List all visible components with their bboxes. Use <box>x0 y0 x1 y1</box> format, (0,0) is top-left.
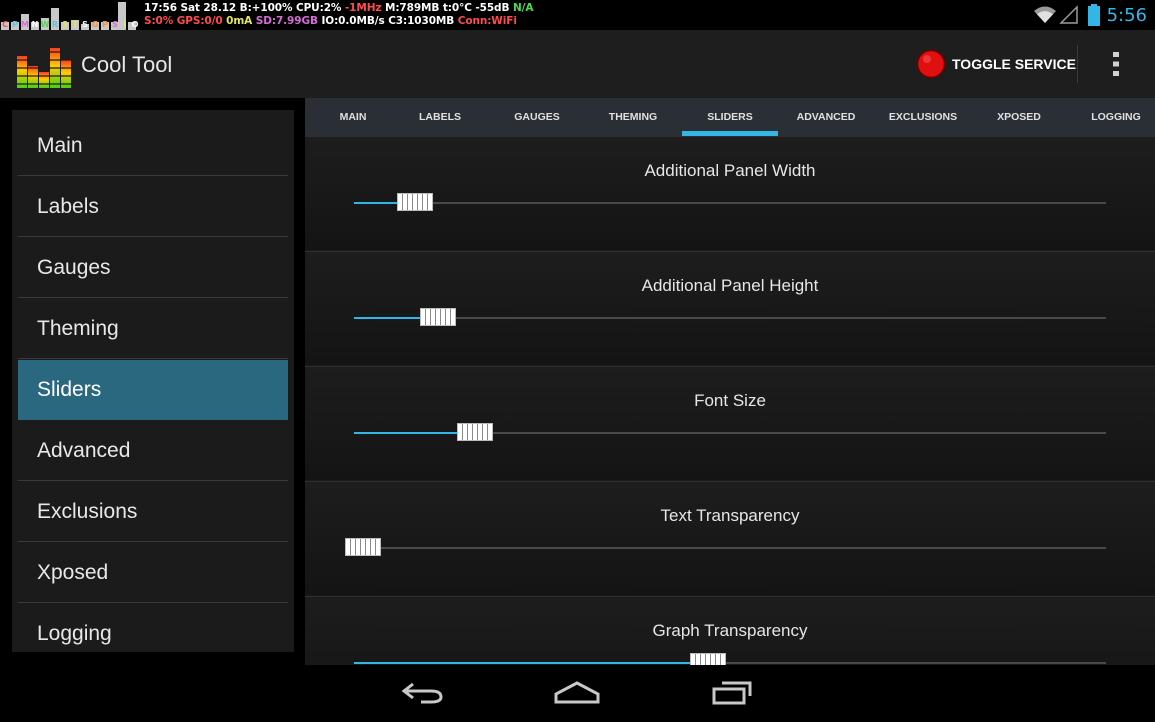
status-segment: GPS:0/0 <box>176 15 227 27</box>
slider-track[interactable] <box>345 538 1106 556</box>
slider-card-font-size: Font Size <box>305 366 1155 480</box>
status-segment: N/A <box>512 2 534 14</box>
clock: 5:56 <box>1106 4 1147 26</box>
recent-apps-icon <box>712 681 752 705</box>
system-icons: 5:56 <box>1033 0 1155 30</box>
monitor-label: I <box>123 20 127 29</box>
tab-exclusions[interactable]: EXCLUSIONS <box>875 98 971 136</box>
content-area: Main Labels Gauges Theming Sliders Advan… <box>0 98 1155 665</box>
status-segment: CPU:2% <box>295 2 345 14</box>
status-segment: IO:0.0MB/s <box>321 15 389 27</box>
monitor-label: G <box>91 20 99 29</box>
tab-sliders[interactable]: SLIDERS <box>682 98 778 136</box>
slider-title: Text Transparency <box>660 506 800 525</box>
app-logo-icon <box>16 48 72 88</box>
overflow-menu-icon <box>1113 52 1119 76</box>
slider-title: Graph Transparency <box>652 621 808 640</box>
sidebar-item-theming[interactable]: Theming <box>18 299 288 359</box>
monitor-label: S <box>112 20 118 29</box>
status-info-line-1: 17:56 Sat 28.12 B:+100% CPU:2% -1MHz M:7… <box>144 2 533 14</box>
signal-icon <box>1058 5 1078 24</box>
monitor-label: P <box>12 20 18 29</box>
slider-track[interactable] <box>354 193 1106 211</box>
status-bar: CPMNWRSTSGPSIO 17:56 Sat 28.12 B:+100% C… <box>0 0 1155 30</box>
slider-thumb[interactable] <box>397 193 433 211</box>
monitor-label: P <box>102 20 108 29</box>
sidebar-item-exclusions[interactable]: Exclusions <box>18 482 288 542</box>
action-bar: Cool Tool TOGGLE SERVICE <box>0 30 1155 98</box>
monitor-label: S <box>62 20 68 29</box>
status-segment: -55dB <box>475 2 513 14</box>
sidebar-item-advanced[interactable]: Advanced <box>18 421 288 481</box>
toggle-service-label: TOGGLE SERVICE <box>952 56 1076 72</box>
monitor-label: M <box>21 20 29 29</box>
sidebar-item-xposed[interactable]: Xposed <box>18 543 288 603</box>
slider-track[interactable] <box>354 653 1106 665</box>
sidebar-item-main[interactable]: Main <box>18 116 288 176</box>
slider-card-panel-height: Additional Panel Height <box>305 251 1155 365</box>
slider-track[interactable] <box>354 423 1106 441</box>
tab-gauges[interactable]: GAUGES <box>489 98 585 136</box>
toggle-service-button[interactable]: TOGGLE SERVICE <box>916 44 1076 84</box>
settings-detail-pane: MAIN LABELS GAUGES THEMING SLIDERS ADVAN… <box>305 98 1155 665</box>
back-button[interactable] <box>393 675 453 711</box>
status-segment: t:0°C <box>442 2 476 14</box>
slider-thumb[interactable] <box>420 308 456 326</box>
tab-advanced[interactable]: ADVANCED <box>778 98 874 136</box>
settings-sidebar: Main Labels Gauges Theming Sliders Advan… <box>12 110 294 652</box>
status-segment: 0mA <box>226 15 256 27</box>
app-title: Cool Tool <box>81 52 173 77</box>
recent-apps-button[interactable] <box>702 675 762 711</box>
status-segment: C3:1030MB <box>388 15 458 27</box>
slider-fill <box>354 662 707 664</box>
slider-thumb[interactable] <box>345 538 381 556</box>
wifi-icon <box>1033 6 1056 23</box>
action-bar-divider <box>1077 45 1078 83</box>
slider-card-graph-transparency: Graph Transparency <box>305 596 1155 665</box>
status-segment: -1MHz <box>344 2 385 14</box>
status-segment: S:0% <box>144 15 177 27</box>
slider-card-text-transparency: Text Transparency <box>305 481 1155 595</box>
record-icon <box>916 49 946 79</box>
tab-labels[interactable]: LABELS <box>392 98 488 136</box>
system-monitor-labels: CPMNWRSTSGPSIO <box>0 20 140 30</box>
tab-theming[interactable]: THEMING <box>585 98 681 136</box>
slider-card-panel-width: Additional Panel Width <box>305 136 1155 250</box>
sidebar-item-gauges[interactable]: Gauges <box>18 238 288 298</box>
status-segment: 17:56 Sat 28.12 <box>144 2 240 14</box>
battery-icon <box>1087 4 1100 26</box>
monitor-label: W <box>40 20 50 29</box>
home-icon <box>554 681 600 704</box>
slider-title: Additional Panel Height <box>641 276 819 295</box>
status-segment: M:789MB <box>384 2 443 14</box>
monitor-label: S <box>82 20 88 29</box>
tab-bar: MAIN LABELS GAUGES THEMING SLIDERS ADVAN… <box>305 98 1155 138</box>
slider-title: Additional Panel Width <box>644 161 816 180</box>
navigation-bar <box>0 665 1155 722</box>
slider-track[interactable] <box>354 308 1106 326</box>
overflow-menu-button[interactable] <box>1100 46 1132 82</box>
tab-xposed[interactable]: XPOSED <box>971 98 1067 136</box>
status-info-line-2: S:0% GPS:0/0 0mA SD:7.99GB IO:0.0MB/s C3… <box>144 15 517 27</box>
tab-logging[interactable]: LOGGING <box>1068 98 1155 136</box>
status-segment: B:+100% <box>239 2 296 14</box>
slider-thumb[interactable] <box>690 653 726 665</box>
monitor-label: N <box>31 20 39 29</box>
slider-thumb[interactable] <box>457 423 493 441</box>
sidebar-item-logging[interactable]: Logging <box>18 604 288 652</box>
status-segment: Conn:WiFi <box>457 15 517 27</box>
status-segment: SD:7.99GB <box>255 15 322 27</box>
slider-title: Font Size <box>694 391 766 410</box>
back-icon <box>401 682 443 704</box>
monitor-label: R <box>51 20 59 29</box>
slider-fill <box>354 432 474 434</box>
monitor-label: C <box>2 20 8 29</box>
tab-main[interactable]: MAIN <box>305 98 401 136</box>
monitor-label: T <box>72 20 78 29</box>
sidebar-item-sliders[interactable]: Sliders <box>18 360 288 420</box>
home-button[interactable] <box>547 675 607 711</box>
sidebar-item-labels[interactable]: Labels <box>18 177 288 237</box>
monitor-label: O <box>131 20 139 29</box>
